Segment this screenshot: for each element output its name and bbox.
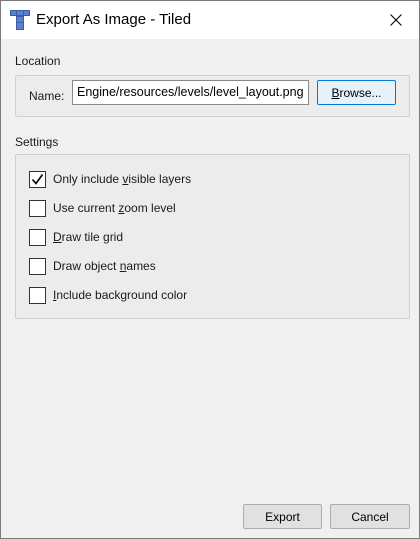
checkmark-icon [31,173,44,185]
title-bar[interactable]: Export As Image - Tiled [1,1,419,39]
settings-group: Only include visible layers Use current … [15,154,410,319]
zoom-level-label: Use current zoom level [53,201,176,215]
background-color-checkbox[interactable] [29,286,46,304]
object-names-option[interactable]: Draw object names [29,256,156,276]
location-group-title: Location [15,54,61,68]
close-icon [390,14,402,26]
export-dialog: Export As Image - Tiled Location Name: E… [0,0,420,539]
location-group: Name: Engine/resources/levels/level_layo… [15,75,410,117]
zoom-level-option[interactable]: Use current zoom level [29,198,176,218]
background-color-label: Include background color [53,288,188,302]
settings-group-title: Settings [15,135,59,149]
object-names-label: Draw object names [53,259,156,273]
name-label: Name: [29,89,65,103]
export-button[interactable]: Export [243,504,322,529]
tile-grid-checkbox[interactable] [29,228,46,246]
close-button[interactable] [373,1,419,39]
tiled-icon [10,10,30,30]
visible-layers-option[interactable]: Only include visible layers [29,169,191,189]
zoom-level-checkbox[interactable] [29,199,46,217]
tile-grid-label: Draw tile grid [53,230,124,244]
object-names-checkbox[interactable] [29,257,46,275]
file-name-input[interactable]: Engine/resources/levels/level_layout.png [72,80,309,105]
background-color-option[interactable]: Include background color [29,285,187,305]
visible-layers-checkbox[interactable] [29,170,46,188]
browse-button[interactable]: Browse... [317,80,396,105]
dialog-content: Location Name: Engine/resources/levels/l… [1,39,419,538]
visible-layers-label: Only include visible layers [53,172,192,186]
cancel-button[interactable]: Cancel [330,504,410,529]
tile-grid-option[interactable]: Draw tile grid [29,227,123,247]
window-title: Export As Image - Tiled [36,11,192,28]
